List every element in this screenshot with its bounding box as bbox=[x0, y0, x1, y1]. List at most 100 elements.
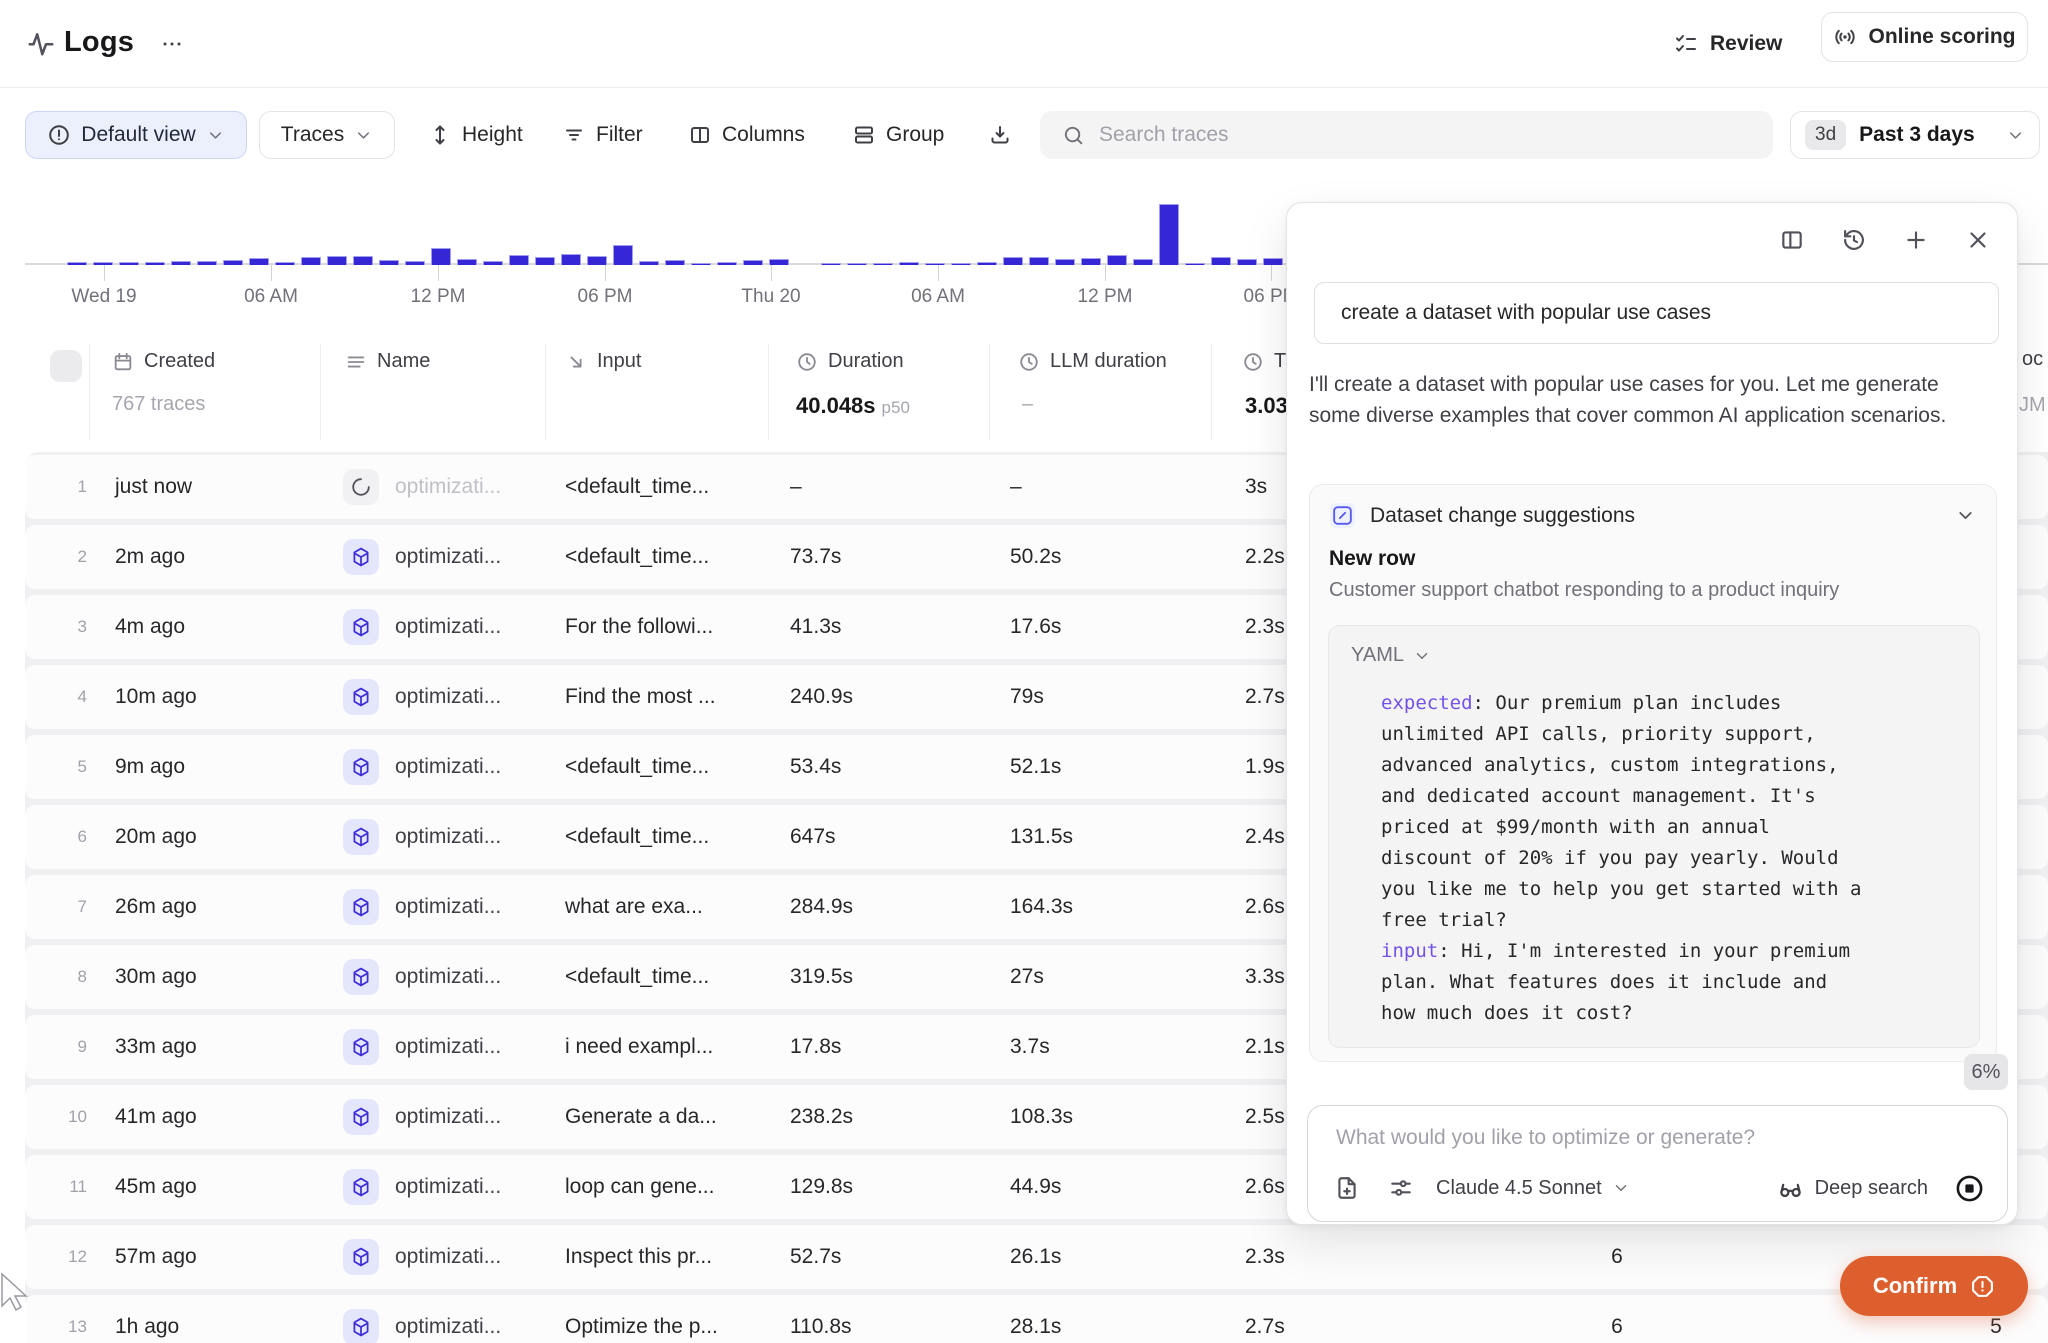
created-cell: just now bbox=[115, 455, 192, 519]
histogram-bar[interactable] bbox=[1263, 258, 1283, 265]
histogram-bar[interactable] bbox=[483, 261, 503, 265]
more-menu-icon[interactable] bbox=[160, 32, 184, 56]
table-row[interactable]: 131h agooptimizati...Optimize the p...11… bbox=[25, 1295, 2048, 1343]
histogram-bar[interactable] bbox=[301, 257, 321, 265]
histogram-bar[interactable] bbox=[1055, 259, 1075, 265]
trace-cube-icon bbox=[343, 889, 379, 925]
histogram-bar[interactable] bbox=[145, 262, 165, 265]
prompt-input[interactable]: create a dataset with popular use cases bbox=[1314, 282, 1999, 344]
histogram-bar[interactable] bbox=[873, 263, 893, 265]
histogram-bar[interactable] bbox=[93, 262, 113, 265]
histogram-bar[interactable] bbox=[1003, 257, 1023, 265]
ttft-cell: 2.3s bbox=[1245, 1225, 1285, 1289]
stop-icon[interactable] bbox=[1954, 1173, 1985, 1204]
date-range-dropdown[interactable]: 3d Past 3 days bbox=[1790, 111, 2040, 159]
chat-input-box[interactable]: What would you like to optimize or gener… bbox=[1307, 1105, 2008, 1222]
histogram-bar[interactable] bbox=[899, 262, 919, 265]
histogram-bar[interactable] bbox=[457, 259, 477, 265]
side-panel-icon[interactable] bbox=[1779, 227, 1805, 253]
settings-sliders-icon[interactable] bbox=[1388, 1175, 1414, 1201]
histogram-bar[interactable] bbox=[951, 263, 971, 265]
histogram-bar[interactable] bbox=[223, 260, 243, 265]
histogram-bar[interactable] bbox=[821, 263, 841, 265]
column-duration[interactable]: Duration bbox=[796, 350, 904, 373]
group-button[interactable]: Group bbox=[852, 111, 944, 159]
attach-file-icon[interactable] bbox=[1334, 1175, 1360, 1201]
axis-tick-label: 06 PM bbox=[578, 286, 633, 308]
histogram-bar[interactable] bbox=[197, 261, 217, 265]
default-view-dropdown[interactable]: Default view bbox=[25, 111, 247, 159]
histogram-bar[interactable] bbox=[1159, 204, 1179, 265]
name-cell: optimizati... bbox=[395, 805, 501, 869]
new-chat-icon[interactable] bbox=[1903, 227, 1929, 253]
duration-cell: 41.3s bbox=[790, 595, 841, 659]
histogram-bar[interactable] bbox=[431, 248, 451, 265]
histogram-bar[interactable] bbox=[249, 258, 269, 265]
suggestions-header[interactable]: Dataset change suggestions bbox=[1330, 503, 1976, 528]
table-row[interactable]: 1257m agooptimizati...Inspect this pr...… bbox=[25, 1225, 2048, 1289]
histogram-bar[interactable] bbox=[587, 256, 607, 265]
histogram-bar[interactable] bbox=[535, 257, 555, 265]
histogram-bar[interactable] bbox=[1107, 255, 1127, 265]
height-button[interactable]: Height bbox=[428, 111, 523, 159]
histogram-bar[interactable] bbox=[405, 261, 425, 265]
histogram-bar[interactable] bbox=[353, 256, 373, 265]
search-input[interactable]: Search traces bbox=[1040, 111, 1773, 159]
histogram-bar[interactable] bbox=[847, 263, 867, 265]
histogram-bar[interactable] bbox=[769, 259, 789, 265]
row-number: 2 bbox=[43, 525, 87, 589]
model-name: Claude 4.5 Sonnet bbox=[1436, 1177, 1602, 1200]
column-name[interactable]: Name bbox=[345, 350, 430, 373]
histogram-bar[interactable] bbox=[1211, 257, 1231, 265]
ttft-cell: 3s bbox=[1245, 455, 1267, 519]
histogram-bar[interactable] bbox=[1185, 263, 1205, 265]
row-number: 3 bbox=[43, 595, 87, 659]
close-icon[interactable] bbox=[1965, 227, 1991, 253]
download-button[interactable] bbox=[988, 111, 1012, 159]
created-cell: 20m ago bbox=[115, 805, 197, 869]
column-llm-duration[interactable]: LLM duration bbox=[1018, 350, 1167, 373]
column-ttft[interactable]: T bbox=[1242, 350, 1286, 373]
histogram-bar[interactable] bbox=[119, 262, 139, 265]
histogram-bar[interactable] bbox=[327, 256, 347, 265]
filter-button[interactable]: Filter bbox=[562, 111, 643, 159]
histogram-bar[interactable] bbox=[977, 262, 997, 265]
histogram-bar[interactable] bbox=[67, 262, 87, 265]
histogram-bar[interactable] bbox=[1029, 257, 1049, 265]
histogram-bar[interactable] bbox=[275, 262, 295, 265]
name-cell: optimizati... bbox=[395, 945, 501, 1009]
columns-button[interactable]: Columns bbox=[688, 111, 805, 159]
duration-cell: 319.5s bbox=[790, 945, 853, 1009]
axis-tick-label: 06 AM bbox=[244, 286, 298, 308]
histogram-bar[interactable] bbox=[1081, 258, 1101, 265]
histogram-bar[interactable] bbox=[509, 255, 529, 265]
axis-tick bbox=[438, 265, 439, 281]
axis-tick-label: 12 PM bbox=[1078, 286, 1133, 308]
online-scoring-button[interactable]: Online scoring bbox=[1821, 12, 2028, 62]
histogram-bar[interactable] bbox=[613, 245, 633, 265]
select-all-checkbox[interactable] bbox=[50, 350, 82, 382]
llm-duration-cell: 28.1s bbox=[1010, 1295, 1061, 1343]
histogram-bar[interactable] bbox=[717, 262, 737, 265]
deep-search-toggle[interactable]: Deep search bbox=[1777, 1175, 1928, 1202]
history-icon[interactable] bbox=[1841, 227, 1867, 253]
chevron-down-icon bbox=[2006, 126, 2025, 145]
column-input[interactable]: Input bbox=[565, 350, 641, 373]
llm-duration-cell: 50.2s bbox=[1010, 525, 1061, 589]
histogram-bar[interactable] bbox=[171, 261, 191, 265]
histogram-bar[interactable] bbox=[379, 260, 399, 265]
format-selector[interactable]: YAML bbox=[1351, 644, 1431, 667]
traces-dropdown[interactable]: Traces bbox=[259, 111, 395, 159]
histogram-bar[interactable] bbox=[1237, 259, 1257, 265]
confirm-button[interactable]: Confirm bbox=[1840, 1256, 2028, 1316]
histogram-bar[interactable] bbox=[691, 263, 711, 265]
column-created[interactable]: Created bbox=[112, 350, 215, 373]
review-button[interactable]: Review bbox=[1674, 20, 1782, 68]
histogram-bar[interactable] bbox=[665, 260, 685, 265]
histogram-bar[interactable] bbox=[561, 254, 581, 265]
histogram-bar[interactable] bbox=[743, 260, 763, 265]
histogram-bar[interactable] bbox=[925, 263, 945, 265]
model-selector[interactable]: Claude 4.5 Sonnet bbox=[1436, 1177, 1630, 1200]
histogram-bar[interactable] bbox=[639, 261, 659, 265]
histogram-bar[interactable] bbox=[1133, 259, 1153, 265]
